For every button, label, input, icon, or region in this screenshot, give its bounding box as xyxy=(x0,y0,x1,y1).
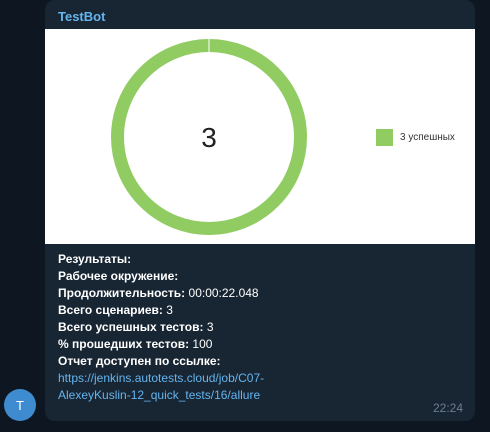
sender-name[interactable]: TestBot xyxy=(58,9,105,24)
results-label: Результаты: xyxy=(58,252,132,266)
avatar-letter: T xyxy=(16,397,24,413)
avatar[interactable]: T xyxy=(4,389,36,421)
center-label: 3 xyxy=(201,122,217,153)
legend-label: 3 успешных xyxy=(400,132,455,143)
env-label: Рабочее окружение: xyxy=(58,269,179,283)
passed-label: Всего успешных тестов: xyxy=(58,320,204,334)
chart-image[interactable]: 3 3 успешных xyxy=(45,29,475,244)
duration-value: 00:00:22.048 xyxy=(185,286,259,300)
report-link-line2: AlexeyKuslin-12_quick_tests/16/allure xyxy=(58,388,261,402)
legend-swatch xyxy=(376,129,393,146)
message-time: 22:24 xyxy=(432,401,463,415)
passed-value: 3 xyxy=(203,320,214,334)
report-label: Отчет доступен по ссылке: xyxy=(58,354,221,368)
report-link-line1: https://jenkins.autotests.cloud/job/C07- xyxy=(58,371,265,385)
report-link[interactable]: https://jenkins.autotests.cloud/job/C07-… xyxy=(58,370,463,404)
scenarios-value: 3 xyxy=(162,303,173,317)
chart-legend: 3 успешных xyxy=(376,129,455,146)
percent-value: 100 xyxy=(189,337,213,351)
duration-label: Продолжительность: xyxy=(58,286,186,300)
scenarios-label: Всего сценариев: xyxy=(58,303,163,317)
message-bubble: TestBot 3 3 успешных Результаты: Рабочее… xyxy=(45,0,475,421)
percent-label: % прошедших тестов: xyxy=(58,337,190,351)
message-text: Результаты: Рабочее окружение: Продолжит… xyxy=(58,251,463,404)
